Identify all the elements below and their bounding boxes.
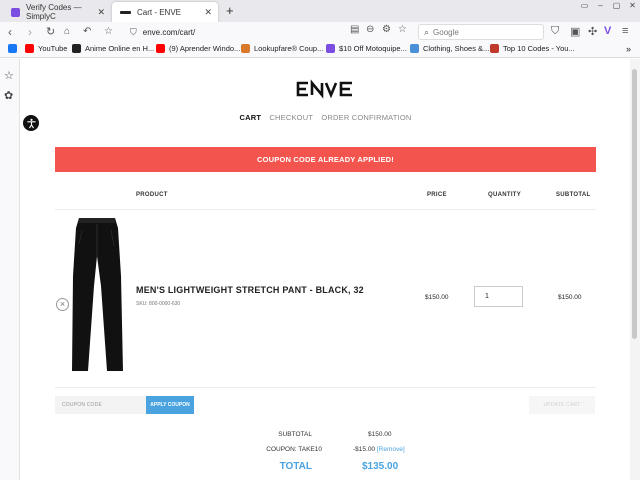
- home-icon[interactable]: ⌂: [64, 25, 70, 39]
- product-sku: SKU: 800-0000-630: [136, 301, 181, 307]
- enve-favicon-icon: [120, 10, 131, 14]
- bookmark-label: Lookupfare® Coup...: [254, 44, 324, 53]
- bookmark-label: (9) Aprender Windo...: [169, 44, 241, 53]
- facebook-icon: [8, 44, 17, 53]
- search-input[interactable]: ⌕ Google: [418, 24, 544, 40]
- totals-coupon-row: -$15.00 [Remove]: [353, 446, 405, 453]
- totals-subtotal-value: $150.00: [368, 431, 392, 438]
- bookmark-clothing[interactable]: Clothing, Shoes &...: [410, 44, 489, 53]
- reader-view-icon[interactable]: ▤: [350, 24, 359, 35]
- table-divider: [55, 209, 596, 210]
- search-placeholder: Google: [433, 27, 459, 37]
- simplycodes-icon: [326, 44, 335, 53]
- step-order-confirmation[interactable]: ORDER CONFIRMATION: [321, 113, 411, 122]
- enve-logo[interactable]: [295, 79, 355, 99]
- tab-verify-codes[interactable]: Verify Codes — SimplyC ✕: [3, 2, 111, 22]
- menu-icon[interactable]: ≡: [622, 25, 628, 37]
- bookmark-star-icon[interactable]: ☆: [104, 25, 113, 39]
- bookmark-aprender[interactable]: (9) Aprender Windo...: [156, 44, 240, 53]
- totals-total-label: TOTAL: [279, 461, 312, 472]
- bookmarks-bar: YouTube Anime Online en H... (9) Aprende…: [0, 42, 640, 58]
- url-text: enve.com/cart/: [142, 27, 196, 37]
- coupon-code-input[interactable]: COUPON CODE: [55, 396, 146, 414]
- sidebar-extension-icon[interactable]: ✿: [4, 89, 13, 102]
- totals-coupon-value: -$15.00: [353, 446, 376, 453]
- apply-coupon-button[interactable]: APPLY COUPON: [146, 396, 194, 414]
- item-subtotal: $150.00: [558, 294, 582, 301]
- header-subtotal: SUBTOTAL: [556, 192, 591, 198]
- coupon-alert-banner: COUPON CODE ALREADY APPLIED!: [55, 147, 596, 172]
- bookmark-anime[interactable]: Anime Online en H...: [72, 44, 154, 53]
- shield-icon: ⛉: [130, 26, 137, 37]
- quantity-input[interactable]: 1: [474, 286, 523, 307]
- bookmark-label: Anime Online en H...: [85, 44, 155, 53]
- header-price: PRICE: [427, 192, 447, 198]
- window-menu-icon[interactable]: ▭: [577, 0, 592, 10]
- bookmark-label: $10 Off Motoquipe...: [339, 44, 407, 53]
- minimize-icon[interactable]: –: [593, 0, 608, 10]
- new-tab-icon[interactable]: +: [226, 3, 234, 18]
- close-tab-icon[interactable]: ✕: [204, 7, 212, 18]
- youtube-icon: [25, 44, 34, 53]
- tab-cart-enve[interactable]: Cart - ENVE ✕: [112, 2, 218, 22]
- scrollbar-thumb[interactable]: [632, 69, 637, 339]
- page-scrollbar[interactable]: [630, 59, 640, 480]
- close-window-icon[interactable]: ✕: [625, 0, 640, 10]
- totals-subtotal-label: SUBTOTAL: [278, 431, 312, 438]
- lookupfare-icon: [241, 44, 250, 53]
- bookmark-top10[interactable]: Top 10 Codes - You...: [490, 44, 575, 53]
- bookmark-label: YouTube: [38, 44, 68, 53]
- step-cart[interactable]: CART: [239, 113, 261, 122]
- cart-page: CART CHECKOUT ORDER CONFIRMATION COUPON …: [21, 59, 630, 480]
- privacy-badger-icon[interactable]: ⛉: [551, 25, 559, 38]
- anime-icon: [72, 44, 81, 53]
- sidebar-star-icon[interactable]: ☆: [4, 69, 14, 82]
- tab-title: Cart - ENVE: [137, 7, 182, 17]
- step-checkout[interactable]: CHECKOUT: [269, 113, 313, 122]
- checkout-steps: CART CHECKOUT ORDER CONFIRMATION: [21, 113, 630, 122]
- remove-coupon-link[interactable]: [Remove]: [377, 446, 405, 453]
- extension-icon[interactable]: ⚙: [382, 24, 391, 35]
- tab-bar: Verify Codes — SimplyC ✕ Cart - ENVE ✕ +…: [0, 0, 640, 22]
- product-name[interactable]: MEN'S LIGHTWEIGHT STRETCH PANT - BLACK, …: [136, 285, 364, 295]
- zoom-icon[interactable]: ⊖: [366, 24, 374, 35]
- simplycodes-favicon-icon: [11, 7, 20, 17]
- product-image[interactable]: [63, 216, 133, 378]
- header-quantity: QUANTITY: [488, 192, 522, 198]
- table-divider: [55, 387, 596, 388]
- extensions-icon[interactable]: ✣: [588, 25, 597, 38]
- close-tab-icon[interactable]: ✕: [97, 7, 105, 18]
- bookmark-label: Top 10 Codes - You...: [503, 44, 575, 53]
- search-icon: ⌕: [424, 26, 430, 37]
- reload-icon[interactable]: ↻: [46, 25, 55, 39]
- bookmark-motoquipe[interactable]: $10 Off Motoquipe...: [326, 44, 407, 53]
- container-icon[interactable]: ▣: [570, 25, 580, 38]
- page-star-icon[interactable]: ☆: [398, 24, 407, 35]
- undo-icon[interactable]: ↶: [83, 25, 91, 39]
- coupon-icon: [490, 44, 499, 53]
- bookmark-lookupfare[interactable]: Lookupfare® Coup...: [241, 44, 323, 53]
- bookmark-label: Clothing, Shoes &...: [423, 44, 490, 53]
- navigation-bar: ‹ › ↻ ⌂ ↶ ☆ ⛉ enve.com/cart/ ▤ ⊖ ⚙ ☆ ⌕ G…: [0, 22, 640, 42]
- simplycodes-extension-icon[interactable]: V: [604, 25, 611, 37]
- update-cart-button[interactable]: UPDATE CART: [529, 396, 595, 414]
- browser-sidebar: ☆ ✿: [0, 59, 20, 480]
- bookmark-facebook[interactable]: [8, 44, 21, 53]
- totals-total-value: $135.00: [362, 461, 399, 472]
- item-price: $150.00: [425, 294, 449, 301]
- back-icon[interactable]: ‹: [8, 25, 12, 39]
- bookmark-youtube[interactable]: YouTube: [25, 44, 67, 53]
- header-product: PRODUCT: [136, 192, 168, 198]
- forward-icon[interactable]: ›: [28, 25, 32, 39]
- shopping-icon: [410, 44, 419, 53]
- maximize-icon[interactable]: ▢: [609, 0, 624, 10]
- youtube-icon: [156, 44, 165, 53]
- totals-coupon-label: COUPON: TAKE10: [266, 446, 322, 453]
- bookmarks-overflow-icon[interactable]: »: [626, 44, 631, 54]
- window-controls: ▭ – ▢ ✕: [576, 0, 640, 10]
